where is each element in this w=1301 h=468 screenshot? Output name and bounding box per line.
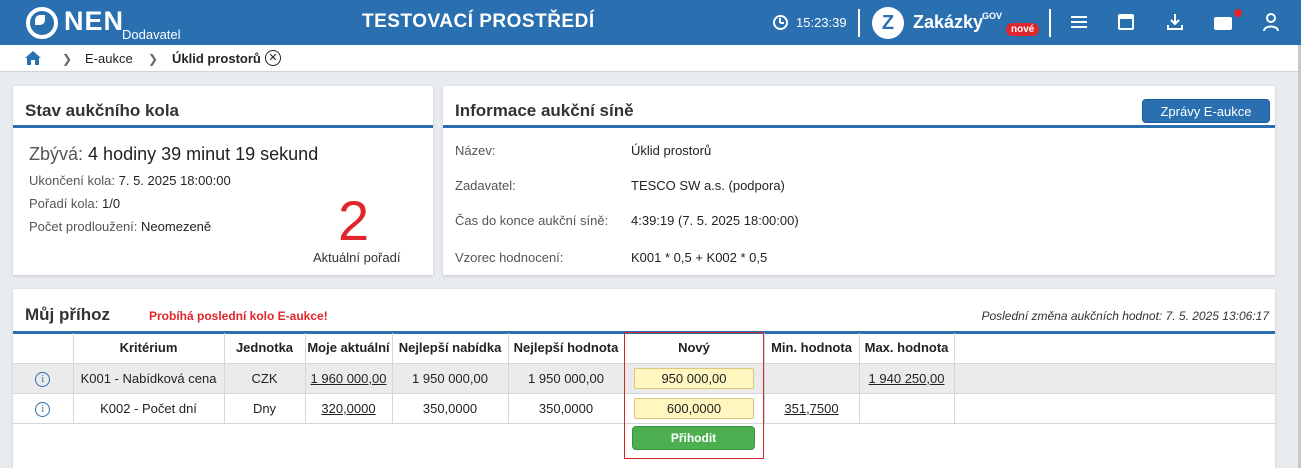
best-value-cell: 350,0000 xyxy=(508,393,625,424)
min-value-link[interactable]: 351,7500 xyxy=(784,401,838,416)
info-label-contracting: Zadavatel: xyxy=(455,178,516,193)
column-best-offer[interactable]: Nejlepší nabídka xyxy=(392,333,509,364)
panel-header: Stav aukčního kola xyxy=(13,86,433,128)
notification-dot xyxy=(1234,9,1242,17)
round-end-value: 7. 5. 2025 18:00:00 xyxy=(118,173,231,188)
menu-icon[interactable] xyxy=(1069,12,1089,32)
best-offer-cell: 350,0000 xyxy=(392,393,509,424)
round-order-label: Pořadí kola: xyxy=(29,196,99,211)
max-cell: 1 940 250,00 xyxy=(859,363,955,394)
mail-icon[interactable] xyxy=(1214,17,1232,30)
panel-header: Informace aukční síně Zprávy E-aukce xyxy=(443,86,1275,128)
round-order-value: 1/0 xyxy=(102,196,121,211)
column-filler xyxy=(954,333,1275,364)
new-badge: nové xyxy=(1006,23,1040,36)
column-criterion[interactable]: Kritérium xyxy=(73,333,225,364)
logo-text[interactable]: NEN xyxy=(64,6,124,37)
extension-label: Počet prodloužení: xyxy=(29,219,138,234)
auction-info-panel: Informace aukční síně Zprávy E-aukce Náz… xyxy=(443,86,1275,275)
auction-status-panel: Stav aukčního kola Zbývá: 4 hodiny 39 mi… xyxy=(13,86,433,275)
nen-logo-icon[interactable] xyxy=(26,7,58,39)
divider xyxy=(858,9,860,37)
divider xyxy=(1049,9,1051,37)
logo-subtitle: Dodavatel xyxy=(122,27,181,42)
criterion-cell: K001 - Nabídková cena xyxy=(73,363,225,394)
extension-count: Počet prodloužení: Neomezeně xyxy=(29,219,211,234)
max-cell xyxy=(859,393,955,424)
unit-cell: CZK xyxy=(224,363,306,394)
min-cell xyxy=(764,363,860,394)
chevron-right-icon: ❯ xyxy=(148,52,159,66)
panel-title: Můj příhoz xyxy=(25,305,110,324)
session-time: 15:23:39 xyxy=(796,15,847,30)
zakazky-link[interactable]: Zakázky xyxy=(913,12,983,33)
column-info xyxy=(13,333,74,364)
remaining-time: Zbývá: 4 hodiny 39 minut 19 sekund xyxy=(29,144,318,165)
round-end-label: Ukončení kola: xyxy=(29,173,115,188)
column-unit[interactable]: Jednotka xyxy=(224,333,306,364)
current-cell: 1 960 000,00 xyxy=(305,363,393,394)
environment-title: TESTOVACÍ PROSTŘEDÍ xyxy=(362,11,595,32)
my-bid-panel: Můj příhoz Probíhá poslední kolo E-aukce… xyxy=(13,289,1275,468)
panel-title: Stav aukčního kola xyxy=(25,101,179,120)
current-rank-value: 2 xyxy=(338,189,370,252)
unit-cell: Dny xyxy=(224,393,306,424)
best-value-cell: 1 950 000,00 xyxy=(508,363,625,394)
info-icon[interactable]: i xyxy=(35,371,51,387)
remaining-label: Zbývá: xyxy=(29,144,84,164)
auction-messages-button[interactable]: Zprávy E-aukce xyxy=(1142,99,1270,123)
column-min[interactable]: Min. hodnota xyxy=(764,333,860,364)
info-icon[interactable]: i xyxy=(35,401,51,417)
info-value-time: 4:39:19 (7. 5. 2025 18:00:00) xyxy=(631,213,799,228)
zakazky-gov-label: GOV xyxy=(982,11,1003,21)
breadcrumb: ❯ E-aukce ❯ Úklid prostorů ✕ xyxy=(0,45,1301,72)
column-max[interactable]: Max. hodnota xyxy=(859,333,955,364)
current-rank-label: Aktuální pořadí xyxy=(313,250,401,265)
panel-title: Informace aukční síně xyxy=(455,101,634,120)
current-cell: 320,0000 xyxy=(305,393,393,424)
filler-cell xyxy=(954,363,1275,394)
breadcrumb-current: Úklid prostorů xyxy=(172,51,261,66)
round-order: Pořadí kola: 1/0 xyxy=(29,196,120,211)
current-value-link[interactable]: 320,0000 xyxy=(321,401,375,416)
last-round-warning: Probíhá poslední kolo E-aukce! xyxy=(149,309,328,323)
info-label-formula: Vzorec hodnocení: xyxy=(455,250,564,265)
info-value-contracting: TESCO SW a.s. (podpora) xyxy=(631,178,785,193)
info-label-time: Čas do konce aukční síně: xyxy=(455,213,609,228)
breadcrumb-eaukce[interactable]: E-aukce xyxy=(85,51,133,66)
criterion-cell: K002 - Počet dní xyxy=(73,393,225,424)
user-icon[interactable] xyxy=(1261,12,1281,32)
close-icon[interactable]: ✕ xyxy=(265,50,281,66)
info-cell: i xyxy=(13,363,74,394)
info-label-name: Název: xyxy=(455,143,496,158)
home-icon[interactable] xyxy=(24,50,42,66)
clock-icon xyxy=(773,15,788,30)
max-value-link[interactable]: 1 940 250,00 xyxy=(869,371,945,386)
download-icon[interactable] xyxy=(1165,12,1185,32)
filler-cell xyxy=(954,393,1275,424)
info-value-name: Úklid prostorů xyxy=(631,143,712,158)
remaining-value: 4 hodiny 39 minut 19 sekund xyxy=(88,144,319,164)
column-best-value[interactable]: Nejlepší hodnota xyxy=(508,333,625,364)
chevron-right-icon: ❯ xyxy=(62,52,73,66)
top-bar: NEN Dodavatel TESTOVACÍ PROSTŘEDÍ 15:23:… xyxy=(0,0,1301,45)
info-cell: i xyxy=(13,393,74,424)
round-end: Ukončení kola: 7. 5. 2025 18:00:00 xyxy=(29,173,231,188)
best-offer-cell: 1 950 000,00 xyxy=(392,363,509,394)
place-bid-button[interactable]: Přihodit xyxy=(632,426,755,450)
extension-value: Neomezeně xyxy=(141,219,212,234)
zakazky-logo-icon[interactable]: Z xyxy=(872,7,904,39)
last-change-info: Poslední změna aukčních hodnot: 7. 5. 20… xyxy=(981,309,1269,323)
current-value-link[interactable]: 1 960 000,00 xyxy=(311,371,387,386)
calendar-icon[interactable] xyxy=(1118,14,1134,30)
info-value-formula: K001 * 0,5 + K002 * 0,5 xyxy=(631,250,768,265)
column-current[interactable]: Moje aktuální xyxy=(305,333,393,364)
min-cell: 351,7500 xyxy=(764,393,860,424)
